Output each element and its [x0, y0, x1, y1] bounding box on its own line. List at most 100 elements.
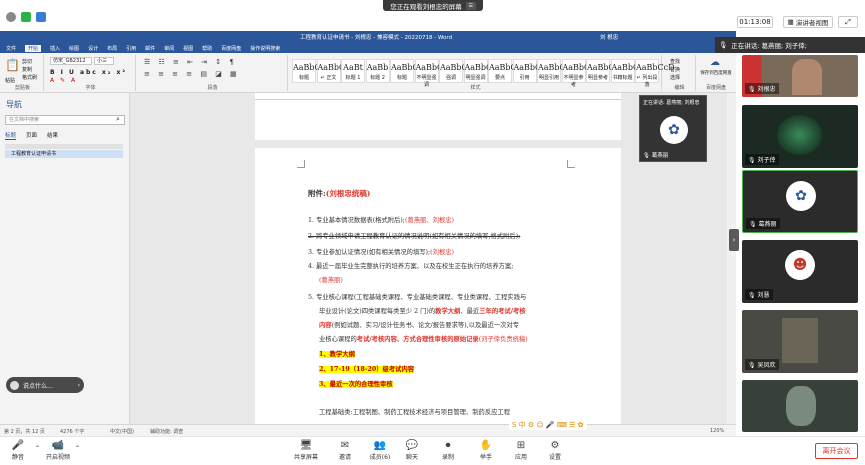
- menu-draw[interactable]: 绘图: [69, 45, 79, 52]
- item-number: 3.: [308, 249, 315, 256]
- menu-home[interactable]: 开始: [25, 44, 42, 52]
- cut-label[interactable]: 剪切: [22, 58, 32, 65]
- leave-meeting-button[interactable]: 离开会议: [815, 443, 858, 459]
- record-button[interactable]: ⏺ 录制: [433, 440, 463, 461]
- item5-line-3: 内容(例如试题、实习/设计任务书、论文/报告要求等),以及最近一次对专: [319, 320, 519, 329]
- status-zoom[interactable]: 120%: [710, 428, 724, 434]
- style-14[interactable]: AaBbCcD ↵ 列出段落: [635, 59, 675, 88]
- replace-label[interactable]: 替换: [670, 66, 680, 73]
- nav-collapse-bar[interactable]: [5, 144, 123, 149]
- style-8[interactable]: AaBbCcD 要点: [488, 59, 528, 83]
- menu-layout[interactable]: 布局: [107, 45, 117, 52]
- select-label[interactable]: 选择: [670, 74, 680, 81]
- align-icons[interactable]: ≡ ≡ ≡ ≡ ▤ ◪ ▦: [144, 70, 240, 78]
- paste-icon[interactable]: 📋: [5, 58, 20, 72]
- toolbar-label: 邀请: [338, 454, 351, 461]
- nav-heading-item[interactable]: 工程教育认证申请书: [5, 150, 123, 158]
- font-format-icons[interactable]: B I U abc x₂ x²: [50, 69, 127, 76]
- paragraph-icons[interactable]: ☰ ☷ ≡ ⇤ ⇥ ↕ ¶: [144, 58, 237, 66]
- save-to-baidu-label[interactable]: 保存到百度网盘: [699, 71, 733, 76]
- flower-icon: ✿: [795, 188, 807, 204]
- nav-search-input[interactable]: 在文档中搜索: [5, 115, 125, 125]
- style-10[interactable]: AaBbCcD 明显引用: [537, 59, 577, 83]
- toolbar-label: 成员(6): [369, 454, 391, 461]
- style-9[interactable]: AaBbCcD 引用: [512, 59, 552, 83]
- menu-baidu[interactable]: 百度网盘: [221, 45, 241, 52]
- fullscreen-button[interactable]: ⤢: [838, 16, 858, 28]
- chevron-up-icon[interactable]: ⌃: [35, 445, 40, 452]
- font-size-select[interactable]: 小三: [94, 57, 114, 65]
- document-page-2[interactable]: 附件:(刘根忠统稿) 1. 专业基本情况数据表(格式附后);(葛燕丽、刘根忠) 2…: [255, 148, 621, 424]
- menu-design[interactable]: 设计: [88, 45, 98, 52]
- chat-input-pill[interactable]: 说点什么… ‹: [6, 377, 84, 393]
- find-label[interactable]: 查找: [670, 58, 680, 65]
- ime-toolbar[interactable]: S 中 ⚙ ☺ 🎤 ⌨ ☰ ✿: [509, 420, 587, 430]
- raise-hand-button[interactable]: ✋ 举手: [471, 440, 501, 461]
- nav-tab-pages[interactable]: 页面: [26, 131, 37, 140]
- speaker-mini-tile[interactable]: 正在讲话: 葛燕丽; 刘根忠 ✿ 🎙 葛燕丽: [639, 95, 707, 162]
- style-6[interactable]: AaBbCcD 强调: [439, 59, 479, 83]
- cloud-save-icon[interactable]: ☁: [710, 57, 720, 68]
- style-11[interactable]: AaBbCcD 不明显参考: [561, 59, 601, 88]
- menu-icon[interactable]: ☰: [465, 1, 476, 10]
- style-preview: AaBbCcD: [317, 63, 357, 72]
- members-button[interactable]: 👥 成员(6): [365, 440, 395, 461]
- apps-button[interactable]: ⊞ 应用: [506, 440, 536, 461]
- style-7[interactable]: AaBbCcD 明显强调: [463, 59, 503, 83]
- nav-tab-results[interactable]: 结果: [47, 131, 58, 140]
- style-12[interactable]: AaBbCcD 明显参考: [586, 59, 626, 83]
- mic-muted-icon: 🎙: [748, 292, 756, 299]
- info-icon[interactable]: [6, 12, 16, 22]
- chat-button[interactable]: 💬 聊天: [397, 440, 427, 461]
- style-1[interactable]: AaBbCcD ↵ 正文: [316, 59, 357, 83]
- participant-tile[interactable]: 🎙 刘子倖: [742, 105, 858, 168]
- vertical-scrollbar[interactable]: [727, 93, 736, 424]
- participant-tile[interactable]: 🎙 吴凤欢: [742, 310, 858, 373]
- participant-tile[interactable]: ✿ 🎙 葛燕丽: [742, 170, 858, 233]
- invite-button[interactable]: ✉ 邀请: [330, 440, 360, 461]
- share-screen-button[interactable]: 🖥 共享屏幕: [291, 440, 321, 461]
- style-5[interactable]: AaBbCcD 不明显强调: [414, 59, 454, 88]
- navigation-pane: 导航 在文档中搜索 ⌕ 标题 页面 结果 工程教育认证申请书: [0, 93, 130, 424]
- word-titlebar: 工程教育认证申请书 - 刘根忠 - 兼容模式 - 20220718 - Word…: [0, 31, 736, 43]
- menu-references[interactable]: 引用: [126, 45, 136, 52]
- style-4[interactable]: AaBbC 标题: [390, 59, 419, 83]
- view-mode-button[interactable]: ▦ 演讲者视图: [783, 16, 833, 28]
- menu-insert[interactable]: 插入: [50, 45, 60, 52]
- copy-label[interactable]: 复制: [22, 66, 32, 73]
- horizontal-ruler[interactable]: [255, 93, 621, 100]
- menu-file[interactable]: 文件: [6, 45, 16, 52]
- format-painter-label[interactable]: 格式刷: [22, 74, 37, 81]
- highlight-line-2: 2、17-19（18-20）级考试内容: [319, 364, 415, 373]
- search-icon[interactable]: ⌕: [116, 115, 120, 124]
- font-name-select[interactable]: 仿宋_GB2312: [50, 57, 92, 65]
- menu-review[interactable]: 审阅: [164, 45, 174, 52]
- video-button[interactable]: 📹 开启视频: [43, 440, 73, 461]
- collapse-panel-button[interactable]: ›: [729, 229, 739, 251]
- menu-mailings[interactable]: 邮件: [145, 45, 155, 52]
- shield-icon[interactable]: [21, 12, 31, 22]
- signal-icon[interactable]: [36, 12, 46, 22]
- style-13[interactable]: AaBbCcD 书籍标题: [610, 59, 650, 83]
- menu-tell-me[interactable]: 操作说明搜索: [250, 45, 280, 52]
- participant-name: 🎙 刘根忠: [745, 83, 779, 94]
- menu-view[interactable]: 视图: [183, 45, 193, 52]
- participant-tile[interactable]: [742, 380, 858, 432]
- avatar: ✿: [786, 181, 816, 211]
- participant-tile[interactable]: 🎙 刘根忠: [742, 55, 858, 97]
- mute-button[interactable]: 🎤 静音: [3, 440, 33, 461]
- hand-icon: ✋: [479, 440, 493, 451]
- chevron-left-icon[interactable]: ‹: [78, 382, 80, 389]
- style-0[interactable]: AaBbC 标题: [292, 59, 321, 83]
- menu-help[interactable]: 帮助: [202, 45, 212, 52]
- chevron-up-icon[interactable]: ⌃: [75, 445, 80, 452]
- participant-tile[interactable]: ☻ 🎙 刘慧: [742, 240, 858, 303]
- status-accessibility[interactable]: 辅助功能: 调查: [150, 428, 183, 435]
- nav-tab-headings[interactable]: 标题: [5, 131, 17, 140]
- style-3[interactable]: AaBb 标题 2: [365, 59, 390, 83]
- settings-button[interactable]: ⚙ 设置: [540, 440, 570, 461]
- style-2[interactable]: AaBt 标题 1: [341, 59, 365, 83]
- font-color-icons[interactable]: A ✎ A: [50, 77, 77, 84]
- mic-icon: 🎙: [749, 221, 757, 228]
- paste-label[interactable]: 粘贴: [5, 77, 15, 84]
